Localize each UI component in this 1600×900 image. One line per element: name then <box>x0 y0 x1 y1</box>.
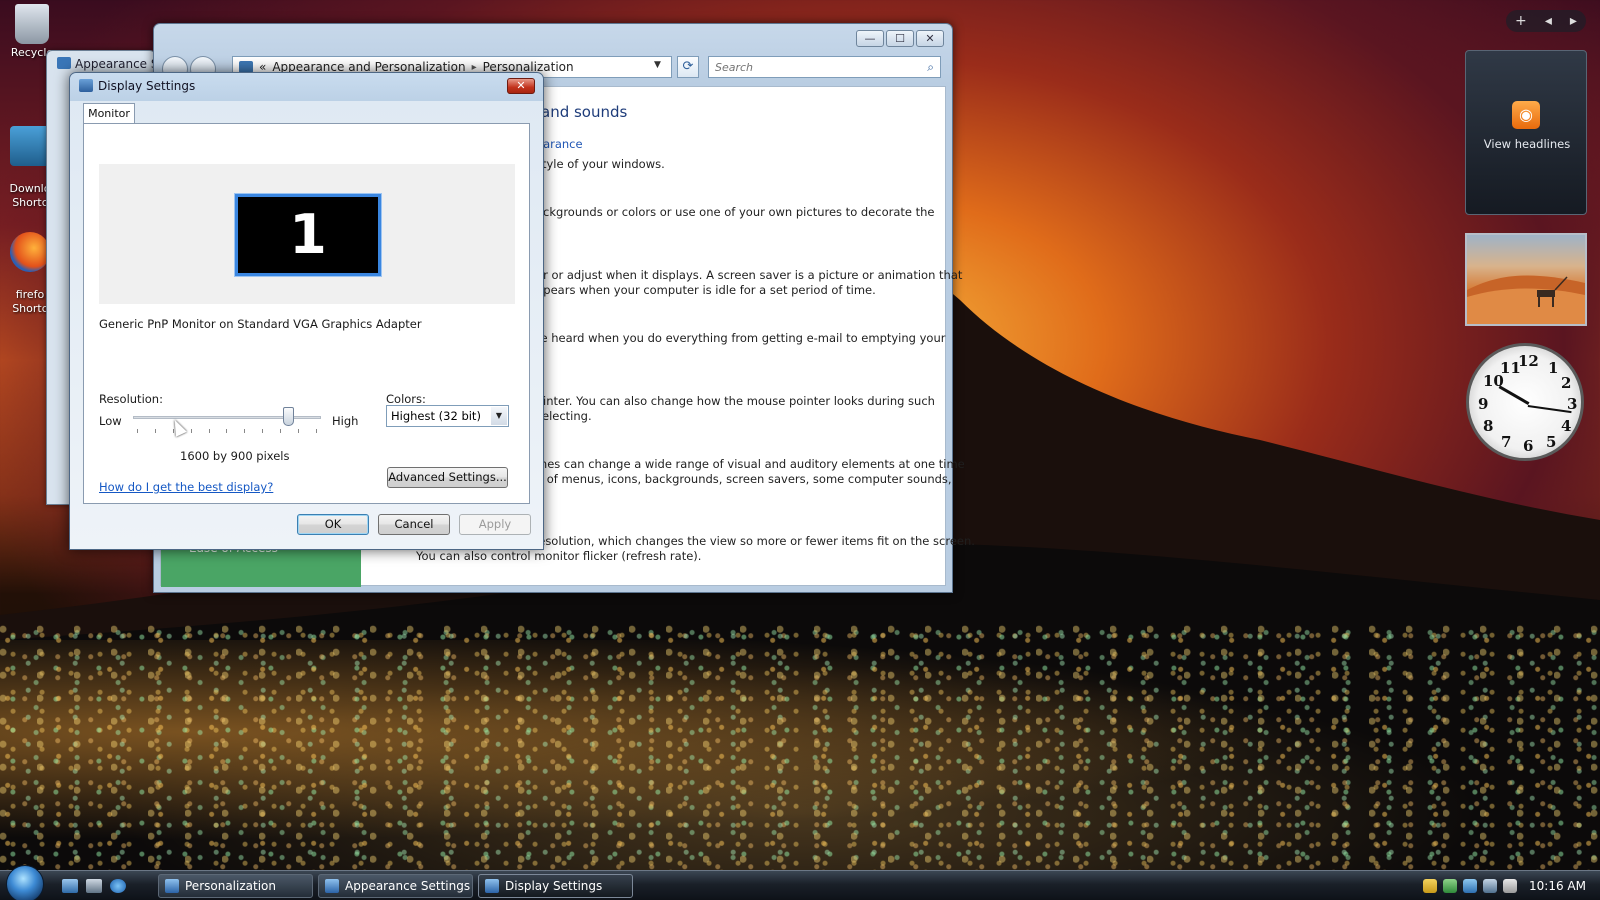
shield-icon[interactable] <box>1423 879 1438 893</box>
search-input[interactable] <box>715 60 905 74</box>
clock-number: 11 <box>1500 359 1521 377</box>
best-display-help-link[interactable]: How do I get the best display? <box>99 480 273 494</box>
clock-number: 8 <box>1483 417 1494 435</box>
content-line: re heard when you do everything from get… <box>536 331 946 345</box>
feed-headlines-gadget[interactable]: ◉ View headlines <box>1465 50 1587 215</box>
slider-high-label: High <box>332 414 359 428</box>
clock-number: 7 <box>1501 433 1512 451</box>
monitor-tab-panel: 1 Generic PnP Monitor on Standard VGA Gr… <box>83 123 530 504</box>
city-lights <box>0 620 1600 870</box>
breadcrumb-separator-icon[interactable]: ▸ <box>472 62 477 73</box>
chevron-down-icon[interactable]: ▼ <box>654 60 661 70</box>
content-line: ointer. You can also change how the mous… <box>536 394 935 408</box>
slideshow-gadget[interactable] <box>1465 233 1587 326</box>
network-icon[interactable] <box>1443 879 1458 893</box>
clock-number: 12 <box>1518 352 1539 370</box>
apply-button[interactable]: Apply <box>459 514 531 535</box>
ok-button[interactable]: OK <box>297 514 369 535</box>
tab-monitor[interactable]: Monitor <box>83 103 135 124</box>
window-controls: — ☐ ✕ <box>856 30 944 47</box>
cancel-button[interactable]: Cancel <box>378 514 450 535</box>
taskbar-button-display-settings[interactable]: Display Settings <box>478 874 633 898</box>
display-settings-dialog[interactable]: Display Settings ✕ Monitor 1 Generic PnP… <box>69 72 544 550</box>
taskbar-button-label: Appearance Settings <box>345 879 471 893</box>
switch-windows-icon[interactable] <box>86 879 102 893</box>
content-line: er or adjust when it displays. A screen … <box>536 268 963 282</box>
clock-gadget[interactable]: 12 1 2 3 4 5 6 7 8 9 10 11 <box>1466 343 1584 461</box>
folder-icon <box>10 126 50 166</box>
search-box[interactable]: ⌕ <box>708 56 941 78</box>
add-gadget-button[interactable]: + <box>1515 13 1527 29</box>
monitor-1-icon[interactable]: 1 <box>234 193 382 277</box>
start-button[interactable] <box>6 865 44 900</box>
colors-label: Colors: <box>386 392 426 406</box>
monitor-preview-area: 1 <box>99 164 515 304</box>
resolution-label: Resolution: <box>99 392 163 406</box>
clock-number: 5 <box>1546 433 1557 451</box>
content-line: selecting. <box>536 409 592 423</box>
monitor-description: Generic PnP Monitor on Standard VGA Grap… <box>99 317 422 331</box>
firefox-icon <box>10 232 50 272</box>
clock-number: 9 <box>1478 395 1489 413</box>
maximize-button[interactable]: ☐ <box>886 30 914 47</box>
advanced-settings-button[interactable]: Advanced Settings... <box>387 467 508 488</box>
content-line: mes can change a wide range of visual an… <box>536 457 965 471</box>
taskbar-button-appearance-settings[interactable]: Appearance Settings <box>318 874 473 898</box>
content-line: ppears when your computer is idle for a … <box>536 283 876 297</box>
system-tray: 10:16 AM <box>1410 871 1600 900</box>
display-icon <box>79 79 93 92</box>
content-line: style of your windows. <box>536 157 665 171</box>
dialog-title: Display Settings <box>98 79 196 93</box>
section-heading: and sounds <box>541 103 628 121</box>
chevron-down-icon[interactable]: ▼ <box>491 407 507 425</box>
clock-number: 4 <box>1561 417 1572 435</box>
clock-minute-hand <box>1527 405 1572 414</box>
volume-muted-icon[interactable] <box>1503 879 1518 893</box>
taskbar-button-label: Display Settings <box>505 879 603 893</box>
clock-number: 1 <box>1548 359 1559 377</box>
content-line: You can also control monitor flicker (re… <box>416 549 702 563</box>
clock-number: 6 <box>1523 437 1534 455</box>
appearance-icon <box>57 57 71 69</box>
slider-ticks <box>137 429 317 433</box>
personalization-icon <box>165 879 179 893</box>
clock-hour-hand <box>1498 385 1530 405</box>
slider-low-label: Low <box>99 414 122 428</box>
taskbar-clock[interactable]: 10:16 AM <box>1529 879 1586 893</box>
close-button[interactable]: ✕ <box>916 30 944 47</box>
taskbar: Personalization Appearance Settings Disp… <box>0 865 1600 900</box>
display-icon <box>485 879 499 893</box>
taskbar-button-personalization[interactable]: Personalization <box>158 874 313 898</box>
view-headlines-label[interactable]: View headlines <box>1466 137 1588 151</box>
minimize-button[interactable]: — <box>856 30 884 47</box>
close-button[interactable]: ✕ <box>507 78 535 94</box>
resolution-value: 1600 by 900 pixels <box>180 449 290 463</box>
next-page-icon[interactable]: ▸ <box>1570 13 1577 29</box>
rss-icon: ◉ <box>1512 101 1540 129</box>
internet-explorer-icon[interactable] <box>110 879 126 893</box>
search-icon[interactable]: ⌕ <box>927 60 934 75</box>
colors-select-value: Highest (32 bit) <box>391 409 481 423</box>
taskbar-button-label: Personalization <box>185 879 276 893</box>
content-line: e of menus, icons, backgrounds, screen s… <box>536 472 952 486</box>
refresh-icon[interactable]: ⟳ <box>677 56 699 78</box>
oryx-photo <box>1467 275 1585 324</box>
show-desktop-icon[interactable] <box>62 879 78 893</box>
sidebar-toolbar: + ◂ ▸ <box>1506 10 1586 32</box>
clock-number: 2 <box>1561 374 1572 392</box>
resolution-slider-thumb[interactable] <box>283 407 295 426</box>
appearance-icon <box>325 879 339 893</box>
content-line: ackgrounds or colors or use one of your … <box>536 205 935 219</box>
previous-page-icon[interactable]: ◂ <box>1545 13 1552 29</box>
colors-select[interactable]: Highest (32 bit) ▼ <box>386 405 509 427</box>
monitor-icon[interactable] <box>1483 879 1498 893</box>
windows-update-icon[interactable] <box>1463 879 1478 893</box>
trash-icon <box>15 4 49 44</box>
